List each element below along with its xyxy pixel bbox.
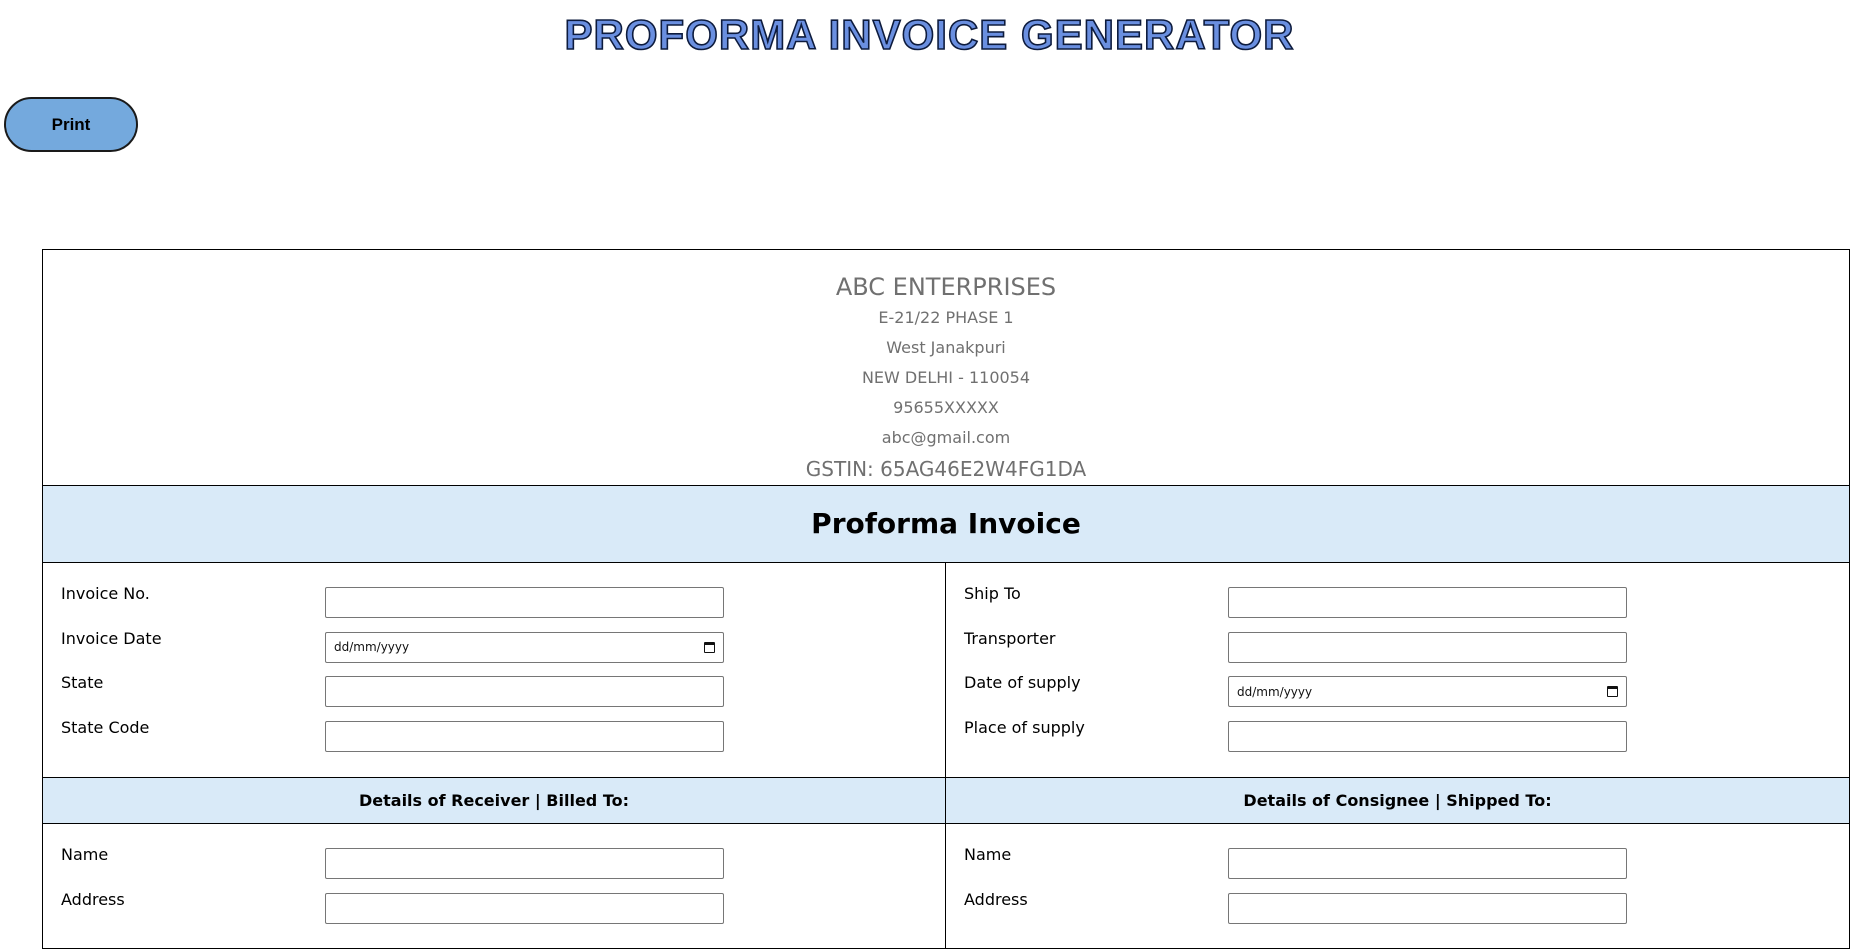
- company-address-line2: West Janakpuri: [886, 338, 1006, 357]
- company-phone: 95655XXXXX: [893, 398, 999, 417]
- invoice-no-row: Invoice No.: [43, 582, 945, 627]
- date-of-supply-placeholder: dd/mm/yyyy: [1237, 684, 1313, 699]
- consignee-address-label: Address: [964, 889, 1028, 909]
- ship-to-label: Ship To: [964, 584, 1021, 603]
- company-city-pin: NEW DELHI - 110054: [861, 368, 1031, 387]
- place-of-supply-input[interactable]: [1228, 720, 1627, 752]
- state-row: State: [43, 671, 945, 716]
- calendar-icon[interactable]: [704, 641, 715, 653]
- date-of-supply-label: Date of supply: [964, 673, 1081, 692]
- transporter-row: Transporter: [946, 627, 1849, 672]
- invoice-title: Proforma Invoice: [43, 486, 1849, 563]
- date-of-supply-row: Date of supply dd/mm/yyyy: [946, 671, 1849, 716]
- receiver-details: Name Address: [43, 824, 946, 948]
- ship-to-row: Ship To: [946, 582, 1849, 627]
- state-input[interactable]: [325, 676, 724, 707]
- receiver-address-input[interactable]: [325, 892, 724, 924]
- place-of-supply-label: Place of supply: [964, 717, 1085, 737]
- receiver-address-label: Address: [61, 889, 125, 909]
- receiver-name-label: Name: [61, 845, 109, 864]
- state-label: State: [61, 673, 104, 692]
- calendar-icon[interactable]: [1607, 686, 1618, 697]
- print-button[interactable]: Print: [4, 97, 138, 152]
- company-name: ABC ENTERPRISES: [835, 273, 1057, 301]
- invoice-meta-right: Ship To Transporter Date of supply dd/mm…: [946, 563, 1849, 777]
- invoice-date-placeholder: dd/mm/yyyy: [334, 640, 410, 654]
- invoice-no-input[interactable]: [325, 587, 724, 618]
- company-address-line1: E-21/22 PHASE 1: [878, 308, 1014, 327]
- party-details-section: Name Address Name Address: [43, 824, 1849, 948]
- date-of-supply-input[interactable]: dd/mm/yyyy: [1228, 676, 1627, 707]
- state-code-row: State Code: [43, 716, 945, 761]
- place-of-supply-row: Place of supply: [946, 716, 1849, 761]
- consignee-address-row: Address: [946, 888, 1849, 933]
- state-code-input[interactable]: [325, 720, 724, 752]
- transporter-input[interactable]: [1228, 631, 1627, 663]
- invoice-no-label: Invoice No.: [61, 584, 150, 603]
- consignee-address-input[interactable]: [1228, 892, 1627, 924]
- invoice-meta-left: Invoice No. Invoice Date dd/mm/yyyy Stat…: [43, 563, 946, 777]
- invoice-date-label: Invoice Date: [61, 628, 162, 648]
- invoice-date-row: Invoice Date dd/mm/yyyy: [43, 627, 945, 672]
- consignee-name-input[interactable]: [1228, 848, 1627, 879]
- consignee-name-label: Name: [964, 845, 1012, 864]
- invoice-sheet: ABC ENTERPRISES E-21/22 PHASE 1 West Jan…: [42, 249, 1850, 949]
- invoice-meta-section: Invoice No. Invoice Date dd/mm/yyyy Stat…: [43, 563, 1849, 778]
- receiver-address-row: Address: [43, 888, 945, 933]
- company-gstin: GSTIN: 65AG46E2W4FG1DA: [805, 457, 1087, 481]
- party-headings: Details of Receiver | Billed To: Details…: [43, 778, 1849, 824]
- receiver-name-row: Name: [43, 843, 945, 888]
- state-code-label: State Code: [61, 717, 150, 737]
- transporter-label: Transporter: [964, 628, 1056, 648]
- ship-to-input[interactable]: [1228, 587, 1627, 618]
- consignee-name-row: Name: [946, 843, 1849, 888]
- page-title: PROFORMA INVOICE GENERATOR: [564, 10, 1295, 59]
- consignee-details: Name Address: [946, 824, 1849, 948]
- receiver-name-input[interactable]: [325, 848, 724, 879]
- invoice-date-input[interactable]: dd/mm/yyyy: [325, 631, 724, 663]
- company-email: abc@gmail.com: [881, 428, 1011, 447]
- company-header: ABC ENTERPRISES E-21/22 PHASE 1 West Jan…: [43, 250, 1849, 486]
- consignee-heading: Details of Consignee | Shipped To:: [1243, 791, 1552, 810]
- receiver-heading: Details of Receiver | Billed To:: [43, 778, 946, 823]
